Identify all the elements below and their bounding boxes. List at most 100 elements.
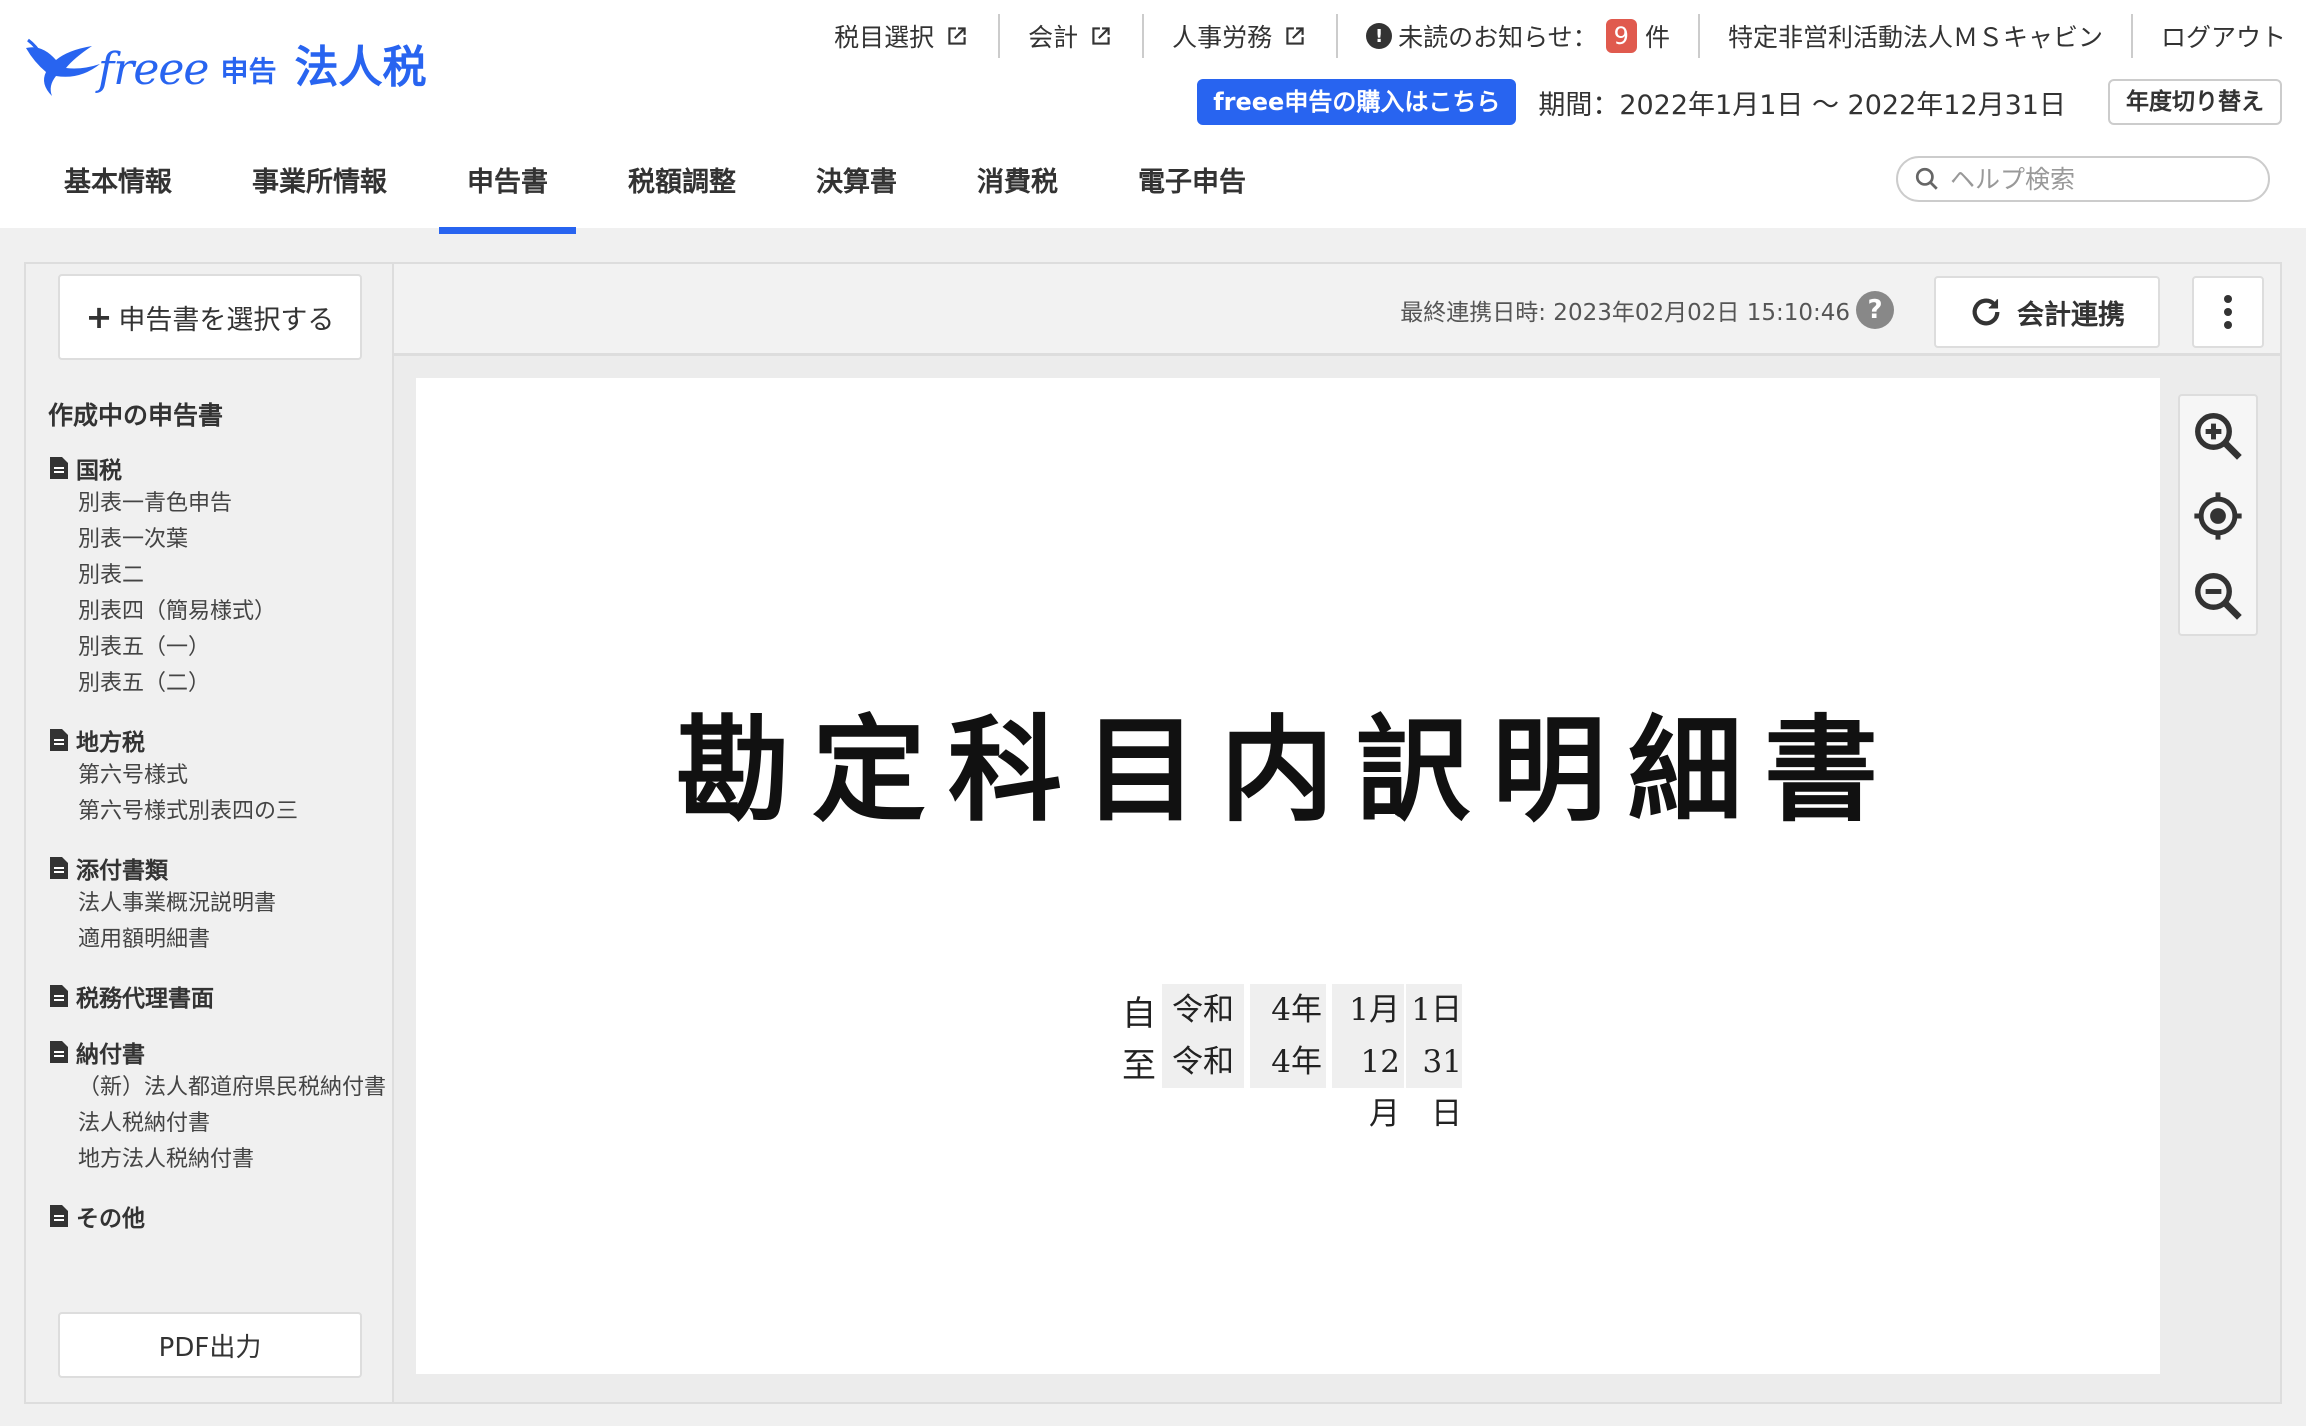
category-attachments[interactable]: 添付書類 xyxy=(26,850,396,886)
category-label: 添付書類 xyxy=(76,858,168,884)
help-search-input[interactable] xyxy=(1950,164,2250,194)
sidebar-item[interactable]: 地方法人税納付書 xyxy=(26,1142,396,1178)
from-month[interactable]: 1月 xyxy=(1332,984,1404,1036)
hr-link[interactable]: 人事労務 xyxy=(1144,14,1336,58)
sidebar-item[interactable]: 別表一次葉 xyxy=(26,522,396,558)
sidebar-item[interactable]: 別表一青色申告 xyxy=(26,486,396,522)
zoom-in-button[interactable] xyxy=(2180,396,2256,476)
app-header: freee 申告 法人税 税目選択 会計 人事労務 ! 未読のお知らせ： 9 件… xyxy=(0,0,2306,234)
more-menu-button[interactable] xyxy=(2192,276,2264,348)
category-label: 税務代理書面 xyxy=(76,986,214,1012)
tab-consumption-tax[interactable]: 消費税 xyxy=(949,150,1086,234)
last-sync-text: 最終連携日時: 2023年02月02日 15:10:46 xyxy=(1400,300,1850,326)
category-label: 納付書 xyxy=(76,1042,145,1068)
document-icon xyxy=(50,985,68,1007)
from-year[interactable]: 4年 xyxy=(1250,984,1326,1036)
to-year[interactable]: 4年 xyxy=(1250,1036,1326,1088)
accounting-sync-button[interactable]: 会計連携 xyxy=(1934,276,2160,348)
sidebar-item[interactable]: 法人税納付書 xyxy=(26,1106,396,1142)
to-month[interactable]: 12月 xyxy=(1332,1036,1404,1132)
buy-button[interactable]: freee申告の購入はこちら xyxy=(1197,79,1517,125)
help-icon[interactable]: ? xyxy=(1856,291,1894,329)
document-icon xyxy=(50,729,68,751)
plus-icon: + xyxy=(85,298,113,336)
category-national-tax[interactable]: 国税 xyxy=(26,450,396,486)
last-sync: 最終連携日時: 2023年02月02日 15:10:46 ? xyxy=(1400,284,1894,336)
sidebar-item[interactable]: 第六号様式 xyxy=(26,758,396,794)
main-toolbar: 最終連携日時: 2023年02月02日 15:10:46 ? 会計連携 xyxy=(394,264,2280,356)
pdf-export-button[interactable]: PDF出力 xyxy=(58,1312,362,1378)
accounting-label: 会計 xyxy=(1028,23,1079,52)
kebab-menu-icon xyxy=(2224,295,2232,329)
tab-returns[interactable]: 申告書 xyxy=(439,150,576,234)
to-era[interactable]: 令和 xyxy=(1162,1036,1244,1088)
select-return-button[interactable]: + 申告書を選択する xyxy=(58,274,362,360)
external-link-icon xyxy=(948,27,966,45)
document-icon xyxy=(50,1041,68,1063)
category-tax-agent[interactable]: 税務代理書面 xyxy=(26,978,396,1014)
external-link-icon xyxy=(1286,27,1304,45)
year-switch-button[interactable]: 年度切り替え xyxy=(2108,79,2282,125)
sidebar-item[interactable]: 適用額明細書 xyxy=(26,922,396,958)
sidebar-item[interactable]: 第六号様式別表四の三 xyxy=(26,794,396,830)
document-icon xyxy=(50,857,68,879)
sidebar-item[interactable]: 別表五（一） xyxy=(26,630,396,666)
search-icon xyxy=(1915,167,1938,190)
company-link[interactable]: 特定非営利活動法人ＭＳキャビン xyxy=(1700,14,2131,58)
tab-e-filing[interactable]: 電子申告 xyxy=(1110,150,1274,234)
fit-center-button[interactable] xyxy=(2180,476,2256,556)
accounting-link[interactable]: 会計 xyxy=(1000,14,1142,58)
document-preview[interactable]: 勘定科目内訳明細書 自 令和 4年 1月 1日 至 令和 4年 12月 31日 xyxy=(416,378,2160,1374)
logout-label: ログアウト xyxy=(2160,23,2286,52)
main-panel: 最終連携日時: 2023年02月02日 15:10:46 ? 会計連携 勘定科目… xyxy=(392,262,2282,1404)
product-name: 法人税 xyxy=(294,42,427,93)
sidebar-item[interactable]: 別表五（二） xyxy=(26,666,396,702)
tab-basic-info[interactable]: 基本情報 xyxy=(36,150,200,234)
tab-tax-adjust[interactable]: 税額調整 xyxy=(600,150,764,234)
document-icon xyxy=(50,1205,68,1227)
sidebar-item[interactable]: 法人事業概況説明書 xyxy=(26,886,396,922)
period-to-row: 至 令和 4年 12月 31日 xyxy=(1122,1036,1462,1132)
to-day[interactable]: 31日 xyxy=(1406,1036,1462,1132)
freee-logo[interactable]: freee 申告 法人税 xyxy=(22,30,426,100)
category-label: その他 xyxy=(76,1206,145,1232)
sidebar-item[interactable]: 別表四（簡易様式） xyxy=(26,594,396,630)
logout-link[interactable]: ログアウト xyxy=(2133,14,2286,58)
period-from-row: 自 令和 4年 1月 1日 xyxy=(1122,984,1462,1036)
from-label: 自 xyxy=(1122,993,1156,1034)
to-label: 至 xyxy=(1122,1045,1156,1086)
category-local-tax[interactable]: 地方税 xyxy=(26,722,396,758)
sidebar-item[interactable]: （新）法人都道府県民税納付書 xyxy=(26,1070,396,1106)
category-other[interactable]: その他 xyxy=(26,1198,396,1234)
external-link-icon xyxy=(1092,27,1110,45)
sidebar-section-title: 作成中の申告書 xyxy=(48,401,224,430)
bird-logo-icon xyxy=(26,38,100,96)
help-search xyxy=(1896,156,2270,202)
refresh-icon xyxy=(1972,298,2000,326)
notice-link[interactable]: ! 未読のお知らせ： 9 件 xyxy=(1338,14,1698,58)
hr-label: 人事労務 xyxy=(1172,23,1273,52)
document-period: 自 令和 4年 1月 1日 至 令和 4年 12月 31日 xyxy=(1122,984,1462,1132)
tab-office-info[interactable]: 事業所情報 xyxy=(224,150,415,234)
notice-label: 未読のお知らせ： xyxy=(1398,23,1598,52)
sync-label: 会計連携 xyxy=(2017,299,2125,331)
zoom-in-icon xyxy=(2195,413,2242,460)
tax-select-link[interactable]: 税目選択 xyxy=(806,14,998,58)
sidebar: + 申告書を選択する 作成中の申告書 国税 別表一青色申告 別表一次葉 別表二 … xyxy=(24,262,394,1404)
zoom-controls xyxy=(2178,394,2258,636)
logo-freee-text: freee xyxy=(98,44,209,95)
zoom-out-button[interactable] xyxy=(2180,556,2256,636)
sidebar-list[interactable]: 作成中の申告書 国税 別表一青色申告 別表一次葉 別表二 別表四（簡易様式） 別… xyxy=(26,384,396,1299)
tax-select-label: 税目選択 xyxy=(834,23,935,52)
sidebar-item[interactable]: 別表二 xyxy=(26,558,396,594)
notice-suffix: 件 xyxy=(1644,23,1670,52)
tab-financials[interactable]: 決算書 xyxy=(788,150,925,234)
company-name: 特定非営利活動法人ＭＳキャビン xyxy=(1727,23,2103,52)
category-payment-slip[interactable]: 納付書 xyxy=(26,1034,396,1070)
crosshair-icon xyxy=(2194,492,2242,540)
notice-count-badge: 9 xyxy=(1605,19,1637,53)
category-label: 地方税 xyxy=(76,730,145,756)
from-era[interactable]: 令和 xyxy=(1162,984,1244,1036)
select-return-label: 申告書を選択する xyxy=(118,304,335,336)
from-day[interactable]: 1日 xyxy=(1406,984,1462,1036)
